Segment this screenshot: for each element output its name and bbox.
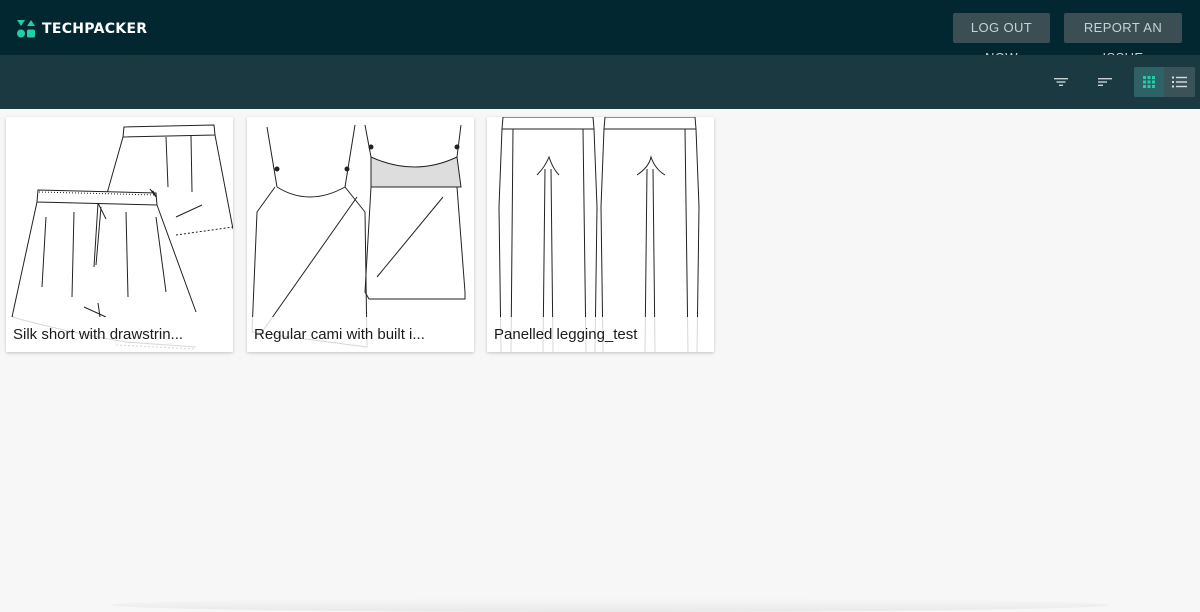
sort-icon[interactable] <box>1097 74 1113 90</box>
grid-view-icon <box>1143 76 1155 88</box>
brand-name[interactable]: TECHPACKER <box>42 20 147 38</box>
product-card[interactable]: Regular cami with built i... <box>247 117 474 352</box>
page-bottom-shadow <box>110 598 1110 612</box>
toolbar <box>0 55 1200 109</box>
product-title[interactable]: Regular cami with built i... <box>254 326 425 344</box>
report-issue-button[interactable]: REPORT AN ISSUE <box>1064 13 1182 65</box>
product-title[interactable]: Silk short with drawstrin... <box>13 326 183 344</box>
logout-button[interactable]: LOG OUT NOW <box>953 13 1050 65</box>
product-title[interactable]: Panelled legging_test <box>494 326 637 344</box>
product-card[interactable]: Silk short with drawstrin... <box>6 117 233 352</box>
grid-view-button[interactable] <box>1134 67 1164 97</box>
techpacker-logo-icon[interactable] <box>17 20 35 38</box>
list-view-button[interactable] <box>1164 67 1195 97</box>
product-card[interactable]: Panelled legging_test <box>487 117 714 352</box>
list-view-icon <box>1172 76 1187 88</box>
filter-icon[interactable] <box>1053 74 1069 90</box>
